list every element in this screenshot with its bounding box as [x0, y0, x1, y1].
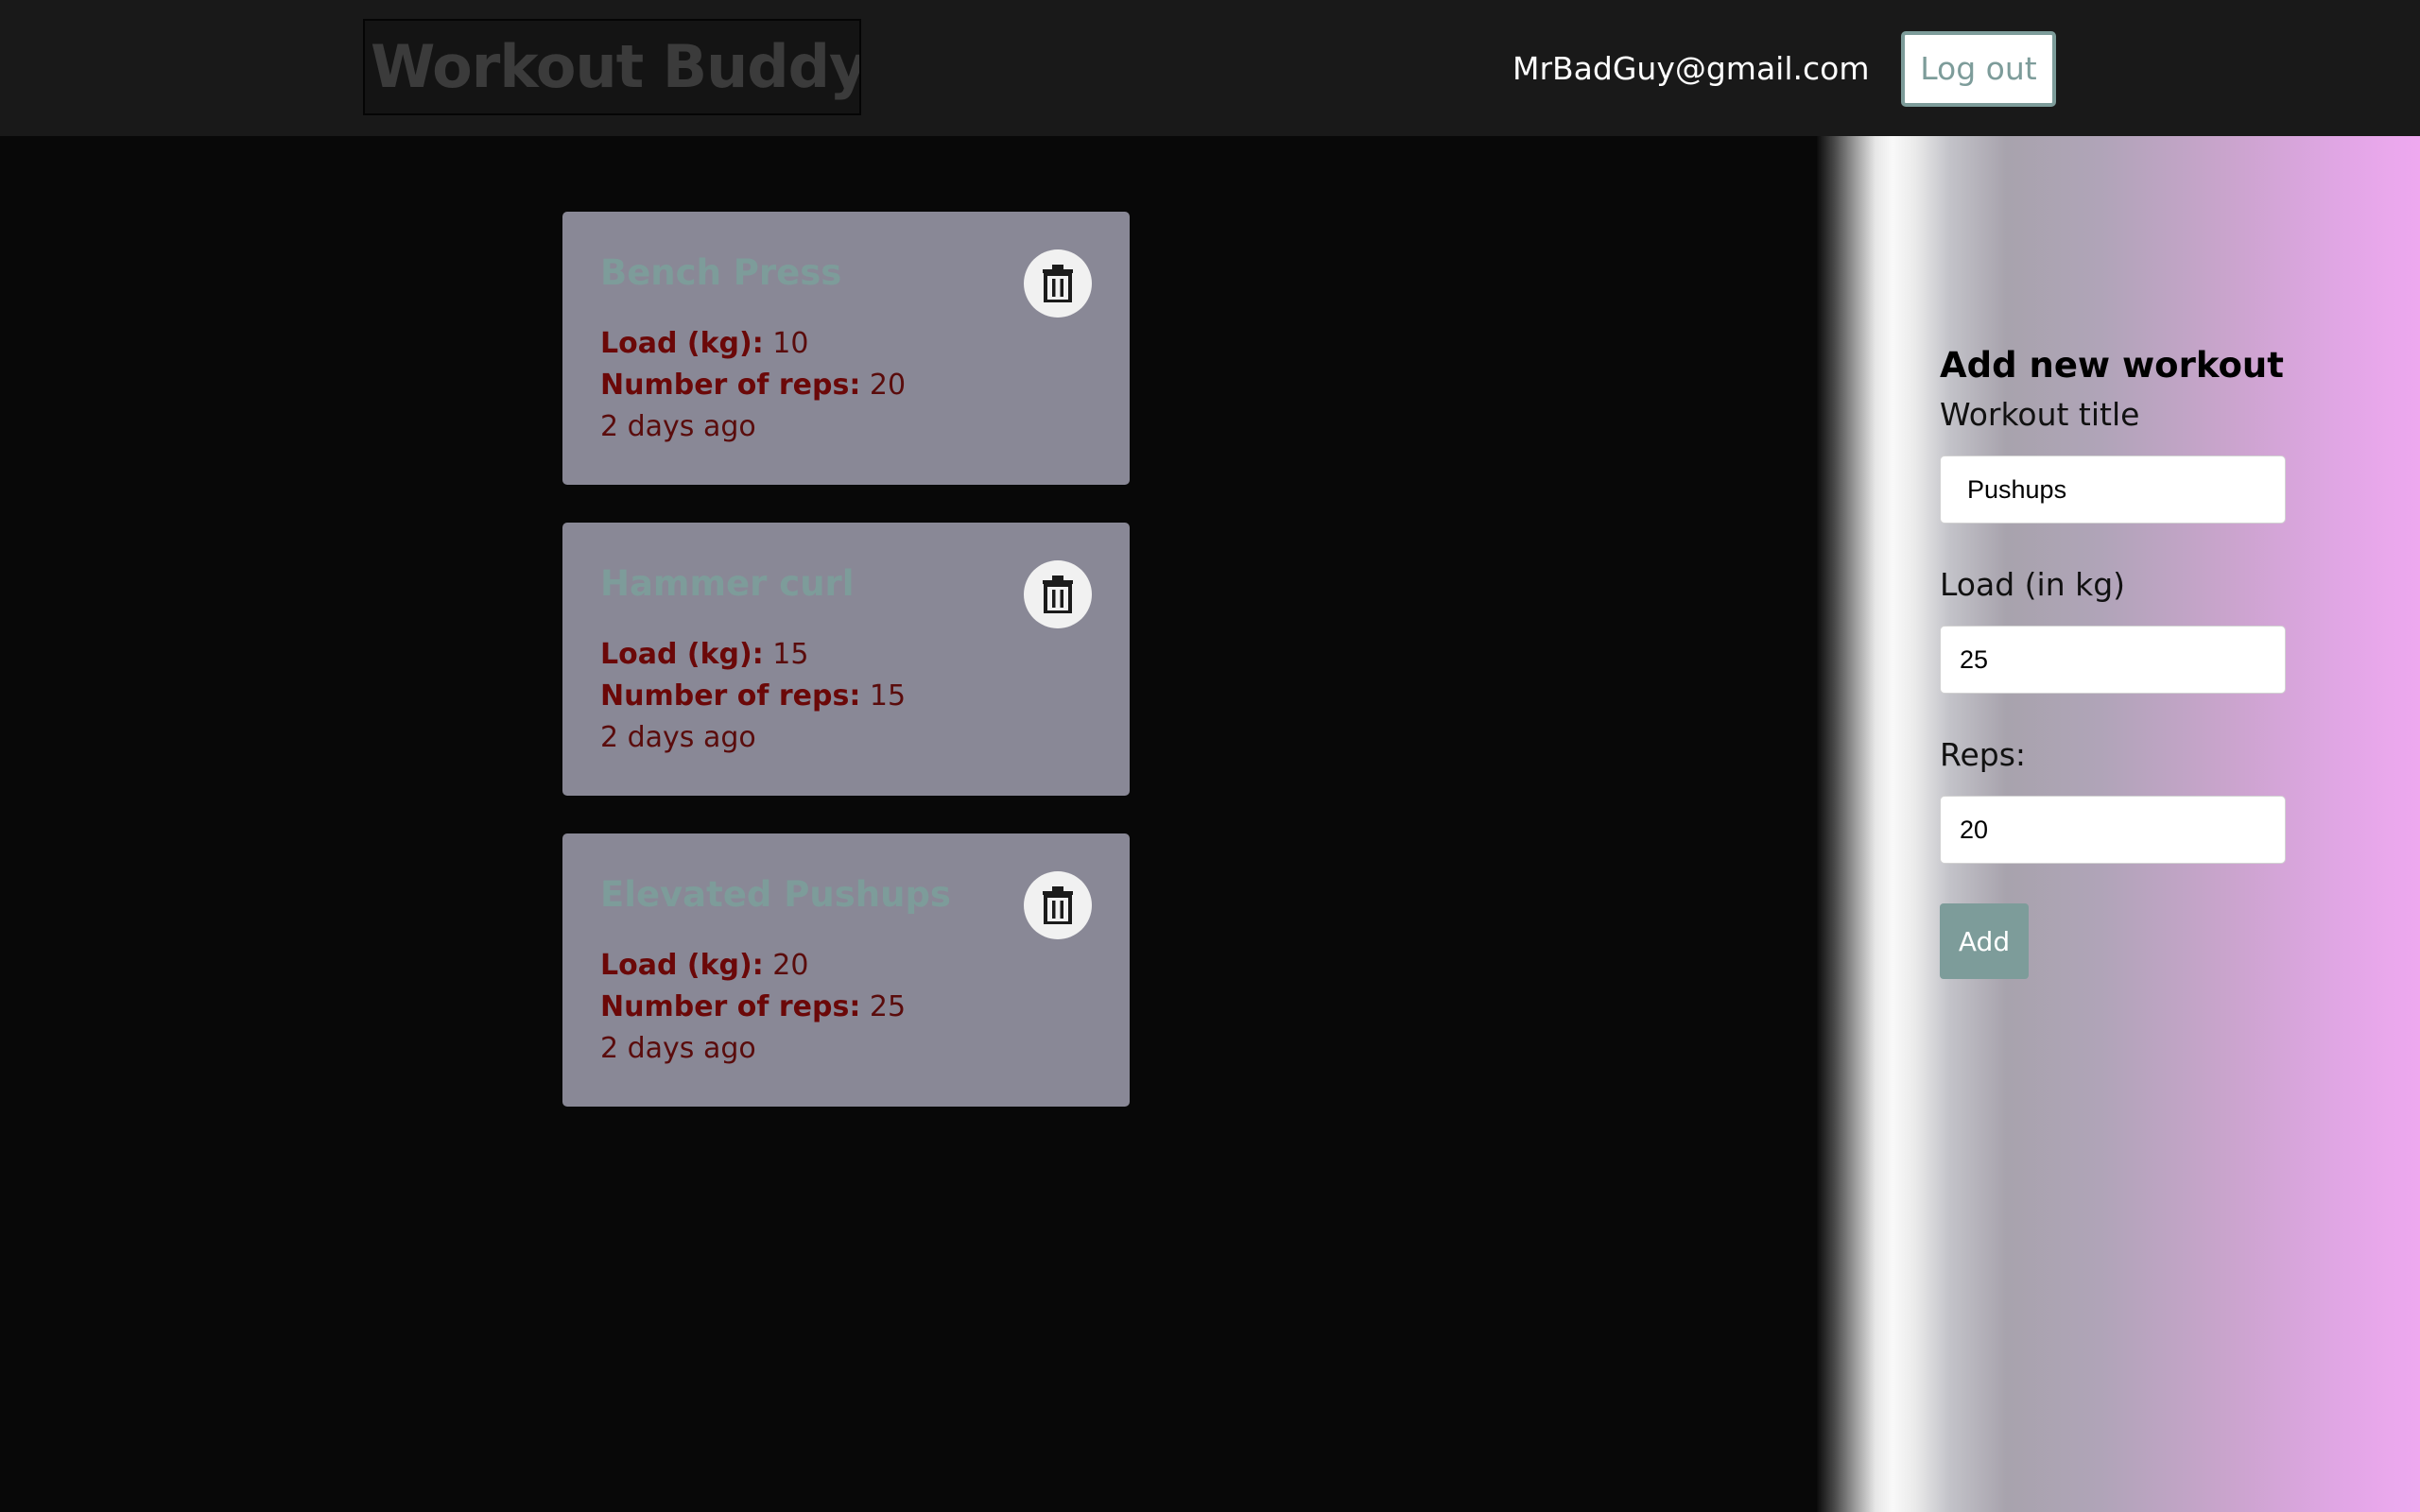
load-value: 20: [772, 949, 809, 982]
workout-card: Bench Press Load (kg): 10 Number of reps…: [562, 212, 1130, 485]
workout-reps-line: Number of reps: 25: [600, 987, 906, 1028]
reps-value: 15: [869, 679, 907, 713]
load-value: 15: [772, 638, 809, 671]
workout-title: Bench Press: [600, 252, 842, 293]
trash-icon: [1043, 265, 1073, 302]
navbar: Workout Buddy MrBadGuy@gmail.com Log out: [0, 0, 2420, 136]
workout-title-label: Workout title: [1940, 396, 2140, 433]
add-workout-panel: Add new workout Workout title Load (in k…: [1817, 136, 2420, 1512]
workout-load-line: Load (kg): 15: [600, 634, 808, 676]
delete-button[interactable]: [1024, 560, 1092, 628]
workout-reps-line: Number of reps: 20: [600, 365, 906, 406]
workout-title: Elevated Pushups: [600, 874, 951, 915]
load-input[interactable]: [1940, 626, 2286, 694]
reps-label: Number of reps:: [600, 990, 861, 1023]
logout-button[interactable]: Log out: [1901, 31, 2056, 107]
workout-time: 2 days ago: [600, 1032, 756, 1065]
load-label: Load (in kg): [1940, 566, 2126, 603]
workout-title-input[interactable]: [1940, 455, 2286, 524]
trash-icon: [1043, 886, 1073, 924]
app-logo[interactable]: Workout Buddy: [363, 19, 861, 115]
reps-label: Number of reps:: [600, 679, 861, 713]
workout-time: 2 days ago: [600, 721, 756, 754]
workout-title: Hammer curl: [600, 563, 855, 604]
reps-value: 20: [869, 369, 907, 402]
load-value: 10: [772, 327, 809, 360]
load-label: Load (kg):: [600, 949, 764, 982]
load-label: Load (kg):: [600, 327, 764, 360]
reps-value: 25: [869, 990, 907, 1023]
trash-icon: [1043, 576, 1073, 613]
workout-load-line: Load (kg): 10: [600, 323, 808, 365]
load-label: Load (kg):: [600, 638, 764, 671]
user-email: MrBadGuy@gmail.com: [1512, 50, 1870, 87]
form-heading: Add new workout: [1940, 345, 2284, 386]
workout-time: 2 days ago: [600, 410, 756, 443]
delete-button[interactable]: [1024, 871, 1092, 939]
reps-label: Number of reps:: [600, 369, 861, 402]
reps-input[interactable]: [1940, 796, 2286, 864]
reps-label: Reps:: [1940, 736, 2027, 773]
workout-reps-line: Number of reps: 15: [600, 676, 906, 717]
workout-load-line: Load (kg): 20: [600, 945, 808, 987]
workout-card: Hammer curl Load (kg): 15 Number of reps…: [562, 523, 1130, 796]
add-workout-button[interactable]: Add: [1940, 903, 2029, 979]
workout-card: Elevated Pushups Load (kg): 20 Number of…: [562, 833, 1130, 1107]
delete-button[interactable]: [1024, 249, 1092, 318]
